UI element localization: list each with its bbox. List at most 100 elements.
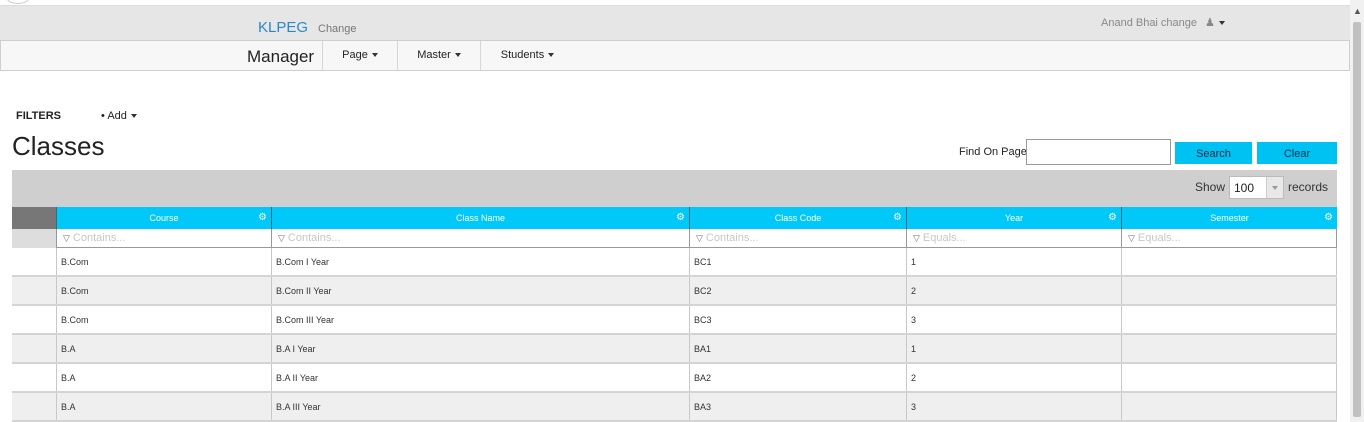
cell-semester <box>1121 306 1337 333</box>
cell-class-name: B.A II Year <box>271 364 689 391</box>
scrollbar-thumb[interactable] <box>1353 22 1361 417</box>
cell-course: B.Com <box>56 248 271 275</box>
filter-year[interactable]: ▽ Equals... <box>906 229 1121 248</box>
cell-semester <box>1121 335 1337 362</box>
nav-item-students[interactable]: Students <box>480 41 574 70</box>
brand-name[interactable]: KLPEG <box>258 19 308 36</box>
app-header: KLPEG Change Anand Bhai change ♟ <box>0 6 1350 40</box>
cell-year: 3 <box>906 393 1121 420</box>
cell-course: B.A <box>56 364 271 391</box>
column-header-course[interactable]: Course ⚙ <box>56 207 271 229</box>
column-header-label: Year <box>1004 213 1024 223</box>
filter-semester[interactable]: ▽ Equals... <box>1121 229 1337 248</box>
scroll-up-arrow-icon[interactable]: ▲ <box>1353 6 1362 16</box>
chevron-down-icon <box>130 114 137 119</box>
table-row[interactable]: B.Com B.Com I Year BC1 1 <box>12 248 1337 277</box>
row-selector[interactable] <box>12 277 56 304</box>
user-icon[interactable]: ♟ <box>1205 16 1225 29</box>
cell-class-code: BC1 <box>689 248 906 275</box>
chevron-down-icon <box>548 53 555 58</box>
chevron-down-icon <box>1218 21 1225 26</box>
funnel-icon[interactable]: ▽ <box>1128 233 1135 243</box>
nav-title[interactable]: Manager <box>247 47 314 67</box>
page-scrollbar[interactable]: ▲ <box>1350 0 1364 422</box>
cell-course: B.A <box>56 393 271 420</box>
cell-semester <box>1121 393 1337 420</box>
page-size-select[interactable]: 100 <box>1229 176 1284 199</box>
row-selector[interactable] <box>12 364 56 391</box>
cell-class-code: BC3 <box>689 306 906 333</box>
gear-icon[interactable]: ⚙ <box>1324 207 1333 229</box>
table-row[interactable]: B.Com B.Com II Year BC2 2 <box>12 277 1337 306</box>
row-selector[interactable] <box>12 248 56 275</box>
cell-class-name: B.A I Year <box>271 335 689 362</box>
funnel-icon[interactable]: ▽ <box>63 233 70 243</box>
cell-year: 2 <box>906 364 1121 391</box>
chevron-down-icon[interactable] <box>1266 177 1283 198</box>
user-name[interactable]: Anand Bhai change <box>1101 17 1197 29</box>
browser-arc-icon <box>6 0 30 4</box>
chevron-down-icon <box>371 53 378 58</box>
funnel-icon[interactable]: ▽ <box>278 233 285 243</box>
cell-class-code: BA2 <box>689 364 906 391</box>
cell-class-code: BA1 <box>689 335 906 362</box>
grid-filter-row: ▽ Contains... ▽ Contains... ▽ Contains... ▽… <box>12 229 1337 248</box>
cell-year: 2 <box>906 277 1121 304</box>
cell-semester <box>1121 277 1337 304</box>
cell-course: B.Com <box>56 277 271 304</box>
page-size-value: 100 <box>1234 181 1255 195</box>
cell-course: B.A <box>56 335 271 362</box>
gear-icon[interactable]: ⚙ <box>1108 207 1117 229</box>
filter-class-code[interactable]: ▽ Contains... <box>689 229 906 248</box>
bullet-icon: • <box>101 110 105 122</box>
column-header-year[interactable]: Year ⚙ <box>906 207 1121 229</box>
show-label: Show <box>1195 180 1226 194</box>
filter-course[interactable]: ▽ Contains... <box>56 229 271 248</box>
cell-year: 1 <box>906 248 1121 275</box>
gear-icon[interactable]: ⚙ <box>676 207 685 229</box>
column-header-label: Course <box>149 213 179 223</box>
funnel-icon[interactable]: ▽ <box>696 233 703 243</box>
table-row[interactable]: B.Com B.Com III Year BC3 3 <box>12 306 1337 335</box>
cell-class-name: B.Com III Year <box>271 306 689 333</box>
row-selector[interactable] <box>12 393 56 420</box>
find-on-page-input[interactable] <box>1026 139 1171 165</box>
filter-placeholder: Equals... <box>922 232 966 244</box>
nav-item-label: Master <box>417 49 451 61</box>
filter-class-name[interactable]: ▽ Contains... <box>271 229 689 248</box>
clear-button[interactable]: Clear <box>1257 142 1337 164</box>
funnel-icon[interactable]: ▽ <box>913 233 920 243</box>
cell-class-code: BA3 <box>689 393 906 420</box>
row-selector[interactable] <box>12 306 56 333</box>
brand-change-link[interactable]: Change <box>318 23 357 35</box>
nav-item-label: Page <box>342 49 368 61</box>
cell-class-name: B.Com I Year <box>271 248 689 275</box>
gear-icon[interactable]: ⚙ <box>893 207 902 229</box>
chevron-down-icon <box>454 53 461 58</box>
filters-add-dropdown[interactable]: • Add <box>101 110 137 122</box>
page-title: Classes <box>12 131 105 161</box>
cell-course: B.Com <box>56 306 271 333</box>
column-header-class-code[interactable]: Class Code ⚙ <box>689 207 906 229</box>
column-header-class-name[interactable]: Class Name ⚙ <box>271 207 689 229</box>
filter-placeholder: Contains... <box>287 232 341 244</box>
cell-year: 1 <box>906 335 1121 362</box>
nav-item-page[interactable]: Page <box>322 41 397 70</box>
search-button[interactable]: Search <box>1175 142 1252 164</box>
row-selector[interactable] <box>12 335 56 362</box>
filter-placeholder: Equals... <box>1137 232 1181 244</box>
filter-corner-cell <box>12 229 56 248</box>
nav-item-label: Students <box>500 49 545 61</box>
filters-add-label: Add <box>107 110 127 122</box>
nav-item-master[interactable]: Master <box>397 41 480 70</box>
column-header-semester[interactable]: Semester ⚙ <box>1121 207 1337 229</box>
table-row[interactable]: B.A B.A II Year BA2 2 <box>12 364 1337 393</box>
table-row[interactable]: B.A B.A I Year BA1 1 <box>12 335 1337 364</box>
table-toolbar: Show 100 records <box>12 170 1337 207</box>
find-on-page-label: Find On Page <box>959 146 1027 158</box>
table-row[interactable]: B.A B.A III Year BA3 3 <box>12 393 1337 422</box>
cell-class-code: BC2 <box>689 277 906 304</box>
gear-icon[interactable]: ⚙ <box>258 207 267 229</box>
column-header-label: Semester <box>1210 213 1249 223</box>
grid-corner-cell <box>12 207 56 229</box>
